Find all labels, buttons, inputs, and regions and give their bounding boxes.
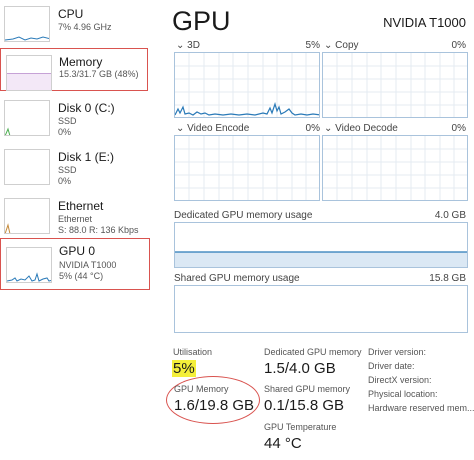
chevron-down-icon[interactable]: ⌄ <box>176 40 184 51</box>
shared-memory-value: 0.1/15.8 GB <box>264 397 345 414</box>
sidebar-item-detail: SSD <box>58 116 77 126</box>
sidebar-item-detail: 5% (44 °C) <box>59 271 104 281</box>
graph-shared-memory-value: 15.8 GB <box>429 273 466 284</box>
sidebar-item-disk-0[interactable]: Disk 0 (C:) SSD 0% <box>0 96 152 142</box>
graph-video-encode-value: 0% <box>305 123 320 134</box>
gpu-memory-value: 1.6/19.8 GB <box>174 397 255 414</box>
gpu-temperature-value: 44 °C <box>264 435 302 452</box>
cpu-thumbnail-graph <box>4 6 50 42</box>
sidebar-item-detail: 0% <box>58 127 72 137</box>
sidebar-item-title: Disk 0 (C:) <box>58 101 115 115</box>
graph-dedicated-memory-label: Dedicated GPU memory usage <box>174 210 313 221</box>
memory-thumbnail-graph <box>6 55 52 91</box>
sidebar-item-cpu[interactable]: CPU 7% 4.96 GHz <box>0 2 152 48</box>
directx-version-label: DirectX version: <box>368 375 432 385</box>
dedicated-memory-value: 1.5/4.0 GB <box>264 360 336 377</box>
gpu-device-name: NVIDIA T1000 <box>383 15 466 30</box>
graph-dedicated-memory <box>174 222 468 268</box>
chevron-down-icon[interactable]: ⌄ <box>324 40 332 51</box>
sidebar-item-detail: 7% 4.96 GHz <box>58 22 112 32</box>
graph-shared-memory <box>174 285 468 333</box>
sidebar-item-title: Ethernet <box>58 199 104 213</box>
driver-version-label: Driver version: <box>368 347 427 357</box>
sidebar-item-detail: S: 88.0 R: 136 Kbps <box>58 225 139 235</box>
disk-1-thumbnail-graph <box>4 149 50 185</box>
chevron-down-icon[interactable]: ⌄ <box>176 123 184 134</box>
sidebar-item-disk-1[interactable]: Disk 1 (E:) SSD 0% <box>0 145 152 191</box>
sidebar-item-title: GPU 0 <box>59 244 96 258</box>
sidebar-item-title: Disk 1 (E:) <box>58 150 115 164</box>
sidebar-item-gpu-0[interactable]: GPU 0 NVIDIA T1000 5% (44 °C) <box>0 238 150 290</box>
sidebar-item-ethernet[interactable]: Ethernet Ethernet S: 88.0 R: 136 Kbps <box>0 194 152 240</box>
graph-shared-memory-label: Shared GPU memory usage <box>174 273 300 284</box>
ethernet-thumbnail-graph <box>4 198 50 234</box>
graph-video-encode-label[interactable]: ⌄ Video Encode <box>176 123 249 134</box>
utilisation-label: Utilisation <box>173 347 213 357</box>
sidebar-item-detail: SSD <box>58 165 77 175</box>
sidebar-item-detail: 15.3/31.7 GB (48%) <box>59 69 139 79</box>
shared-memory-label: Shared GPU memory <box>264 384 351 394</box>
graph-3d <box>174 52 320 118</box>
disk-0-thumbnail-graph <box>4 100 50 136</box>
sidebar-item-detail: 0% <box>58 176 72 186</box>
sidebar-item-title: CPU <box>58 7 84 21</box>
sidebar-item-title: Memory <box>59 55 103 69</box>
dedicated-memory-label: Dedicated GPU memory <box>264 347 362 357</box>
graph-dedicated-memory-value: 4.0 GB <box>434 210 466 221</box>
gpu-0-thumbnail-graph <box>6 247 52 283</box>
graph-3d-value: 5% <box>305 40 320 51</box>
graph-copy-value: 0% <box>451 40 466 51</box>
sidebar-item-detail: Ethernet <box>58 214 93 224</box>
graph-video-decode <box>322 135 468 201</box>
graph-video-decode-value: 0% <box>451 123 466 134</box>
physical-location-label: Physical location: <box>368 389 438 399</box>
graph-3d-label[interactable]: ⌄ 3D <box>176 40 200 51</box>
sidebar-item-memory[interactable]: Memory 15.3/31.7 GB (48%) <box>0 48 148 91</box>
sidebar-item-detail: NVIDIA T1000 <box>59 260 117 270</box>
graph-video-decode-label[interactable]: ⌄ Video Decode <box>324 123 398 134</box>
graph-copy-label[interactable]: ⌄ Copy <box>324 40 359 51</box>
gpu-memory-label: GPU Memory <box>174 384 229 394</box>
graph-video-encode <box>174 135 320 201</box>
hardware-reserved-memory-label: Hardware reserved mem... <box>368 403 474 413</box>
chevron-down-icon[interactable]: ⌄ <box>324 123 332 134</box>
driver-date-label: Driver date: <box>368 361 415 371</box>
graph-copy <box>322 52 468 118</box>
gpu-temperature-label: GPU Temperature <box>264 422 337 432</box>
page-title: GPU <box>172 6 231 36</box>
utilisation-value: 5% <box>172 360 196 377</box>
